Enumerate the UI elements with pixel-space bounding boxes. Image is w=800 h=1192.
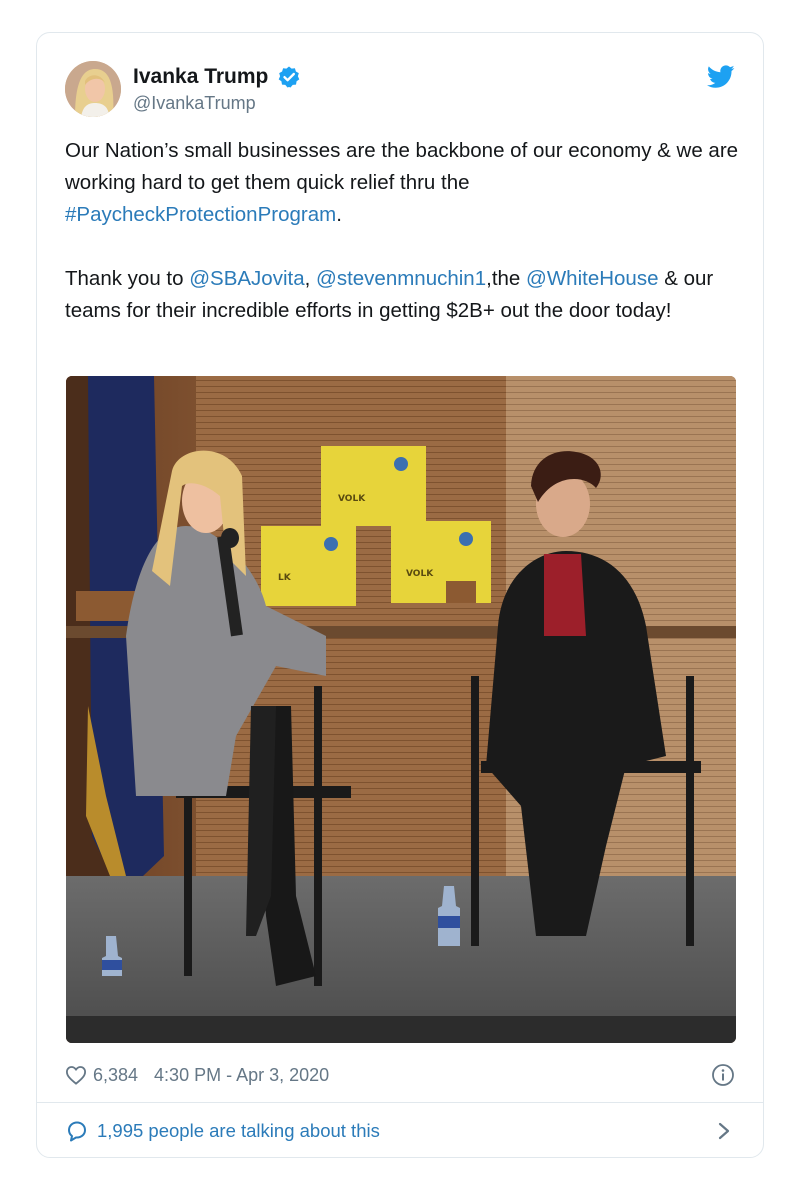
text-segment: Our Nation’s small businesses are the ba…	[65, 139, 739, 194]
hashtag-link[interactable]: #PaycheckProtectionProgram	[65, 203, 336, 226]
conversation-link[interactable]: 1,995 people are talking about this	[65, 1115, 735, 1147]
timestamp[interactable]: 4:30 PM - Apr 3, 2020	[154, 1065, 329, 1086]
handle[interactable]: @IvankaTrump	[133, 93, 301, 114]
avatar[interactable]	[65, 61, 121, 117]
mention-link-whitehouse[interactable]: @WhiteHouse	[526, 267, 658, 290]
text-segment: Thank you to	[65, 267, 190, 290]
like-count[interactable]: 6,384	[93, 1065, 138, 1086]
speech-bubble-icon	[68, 1121, 86, 1142]
tweet-paragraph-2: Thank you to @SBAJovita, @stevenmnuchin1…	[65, 263, 745, 327]
mention-link-stevenmnuchin1[interactable]: @stevenmnuchin1	[316, 267, 486, 290]
chevron-right-icon[interactable]	[717, 1121, 731, 1141]
box-label: LK	[278, 573, 292, 583]
info-icon[interactable]	[711, 1063, 735, 1087]
text-segment: ,the	[486, 267, 527, 290]
text-segment: .	[336, 203, 342, 226]
mention-link-sbajovita[interactable]: @SBAJovita	[189, 267, 304, 290]
tweet-paragraph-1: Our Nation’s small businesses are the ba…	[65, 135, 745, 231]
tweet-card: Ivanka Trump @IvankaTrump Our Nation’s s…	[36, 32, 764, 1158]
text-segment: ,	[304, 267, 317, 290]
tweet-header: Ivanka Trump @IvankaTrump	[65, 61, 735, 121]
author-names: Ivanka Trump @IvankaTrump	[133, 65, 301, 114]
divider	[37, 1102, 763, 1103]
heart-icon[interactable]	[65, 1065, 87, 1085]
twitter-bird-icon[interactable]	[707, 65, 735, 89]
tweet-text: Our Nation’s small businesses are the ba…	[65, 135, 745, 327]
box-label: VOLK	[338, 494, 366, 504]
tweet-meta: 6,384 4:30 PM - Apr 3, 2020	[65, 1060, 735, 1090]
box-label: VOLK	[406, 569, 434, 579]
tweet-photo[interactable]: VOLK VOLK LK	[66, 376, 736, 1043]
talking-count-text[interactable]: 1,995 people are talking about this	[97, 1120, 380, 1142]
display-name[interactable]: Ivanka Trump	[133, 65, 268, 89]
verified-badge-icon	[278, 66, 300, 88]
